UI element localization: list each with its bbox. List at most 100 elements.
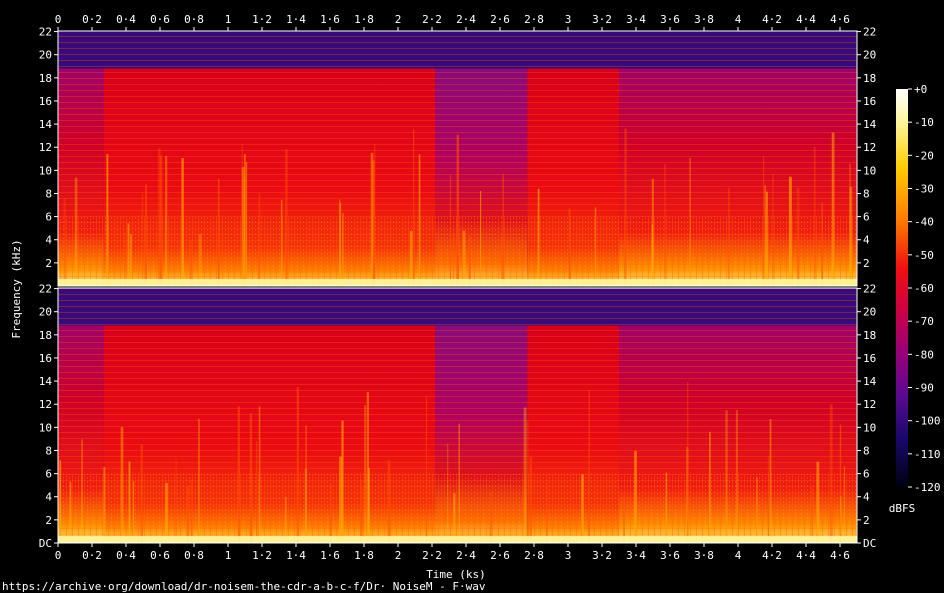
y-tick-label: 20	[39, 49, 52, 62]
transient-streak	[523, 407, 527, 543]
x-tick-label: 3·8	[694, 13, 714, 26]
y-tick-label: 4	[863, 491, 870, 504]
transient-streak	[526, 420, 529, 543]
y-tick-label: 10	[39, 421, 52, 434]
x-tick-label: 2	[395, 549, 402, 562]
transient-streak	[217, 178, 220, 286]
source-path: https://archive·org/download/dr-noisem-t…	[2, 580, 486, 593]
y-tick-label: 12	[863, 141, 876, 154]
y-tick-label: 12	[39, 141, 52, 154]
x-tick-label: 2·2	[422, 13, 442, 26]
transient-streak	[409, 231, 413, 286]
transient-streak	[190, 479, 193, 543]
x-tick-label: 2·6	[490, 13, 510, 26]
x-tick-label: 1·6	[320, 549, 340, 562]
transient-streak	[479, 190, 482, 286]
colorbar-tick-label: -40	[914, 216, 934, 229]
x-tick-label: 1·4	[286, 549, 306, 562]
y-tick-label: 20	[39, 306, 52, 319]
transient-streak	[501, 236, 503, 286]
transient-streak	[594, 207, 597, 286]
colorbar-tick-label: -70	[914, 315, 934, 328]
x-tick-label: 4·6	[830, 13, 850, 26]
x-tick-label: 1·8	[354, 549, 374, 562]
colorbar-tick-label: -20	[914, 149, 934, 162]
transient-streak	[187, 485, 190, 543]
x-tick-label: 0·4	[116, 549, 136, 562]
transient-streak	[664, 164, 666, 286]
x-tick-label: 0·2	[82, 13, 102, 26]
transient-streak	[624, 128, 627, 286]
transient-streak	[280, 199, 283, 286]
transient-streak	[305, 425, 307, 543]
transient-streak	[103, 467, 106, 543]
transient-streak	[529, 456, 532, 543]
x-tick-label: 1	[225, 549, 232, 562]
colorbar-tick-label: -10	[914, 116, 934, 129]
colorbar-gradient	[896, 89, 908, 487]
transient-streak	[767, 456, 770, 543]
y-tick-label: 4	[45, 491, 52, 504]
transient-streak	[456, 134, 459, 286]
transient-streak	[449, 174, 452, 286]
transient-streak	[725, 410, 728, 543]
transient-streak	[756, 477, 758, 543]
transient-streak	[106, 153, 109, 286]
transient-streak	[285, 149, 288, 286]
x-tick-label: 3·6	[660, 13, 680, 26]
transient-streak	[81, 439, 84, 543]
y-tick-label: 16	[863, 95, 876, 108]
y-tick-label: 16	[39, 352, 52, 365]
transient-streak	[840, 496, 842, 543]
y-tick-label: 16	[39, 95, 52, 108]
y-tick-label: 18	[39, 329, 52, 342]
colorbar-tick-label: -60	[914, 282, 934, 295]
transient-streak	[735, 409, 738, 543]
y-tick-label: 10	[863, 421, 876, 434]
colorbar-tick-label: -110	[914, 448, 941, 461]
transient-streak	[370, 152, 374, 286]
transient-streak	[133, 481, 135, 543]
transient-streak	[198, 233, 202, 286]
transient-streak	[245, 162, 248, 286]
transient-streak	[829, 404, 833, 543]
transient-streak	[452, 233, 455, 286]
transient-streak	[249, 413, 253, 543]
x-tick-label: 2·6	[490, 549, 510, 562]
transient-streak	[360, 479, 362, 543]
transient-streak	[502, 174, 504, 286]
x-tick-label: 1·6	[320, 13, 340, 26]
y-tick-label: 18	[863, 329, 876, 342]
x-tick-label: 0·4	[116, 13, 136, 26]
transient-streak	[689, 157, 691, 286]
x-tick-label: 1·2	[252, 549, 272, 562]
y-tick-label: 14	[863, 118, 877, 131]
transient-streak	[581, 474, 584, 543]
y-tick-label: 18	[39, 72, 52, 85]
y-tick-label: 10	[863, 164, 876, 177]
transient-streak	[489, 490, 492, 543]
transient-streak	[418, 154, 421, 286]
transient-streak	[256, 440, 258, 543]
colorbar-label: dBFS	[889, 502, 916, 515]
transient-streak	[796, 187, 800, 286]
transient-streak	[198, 418, 200, 543]
colorbar-tick-label: -90	[914, 382, 934, 395]
y-tick-label: 22	[39, 283, 52, 296]
transient-streak	[141, 192, 144, 286]
y-tick-label: 20	[863, 49, 876, 62]
transient-streak	[189, 239, 192, 286]
transient-streak	[124, 231, 126, 286]
x-tick-label: 3·8	[694, 549, 714, 562]
transient-streak	[341, 420, 344, 543]
y-tick-label: 6	[863, 211, 870, 224]
transient-streak	[59, 460, 62, 543]
transient-streak	[772, 174, 774, 286]
x-tick-label: 3	[565, 549, 572, 562]
y-axis-label: Frequency (kHz)	[10, 239, 23, 338]
transient-streak	[425, 396, 428, 543]
transient-streak	[342, 213, 344, 286]
transient-streak	[69, 481, 72, 543]
x-tick-label: 0·2	[82, 549, 102, 562]
x-tick-label: 0·6	[150, 549, 170, 562]
